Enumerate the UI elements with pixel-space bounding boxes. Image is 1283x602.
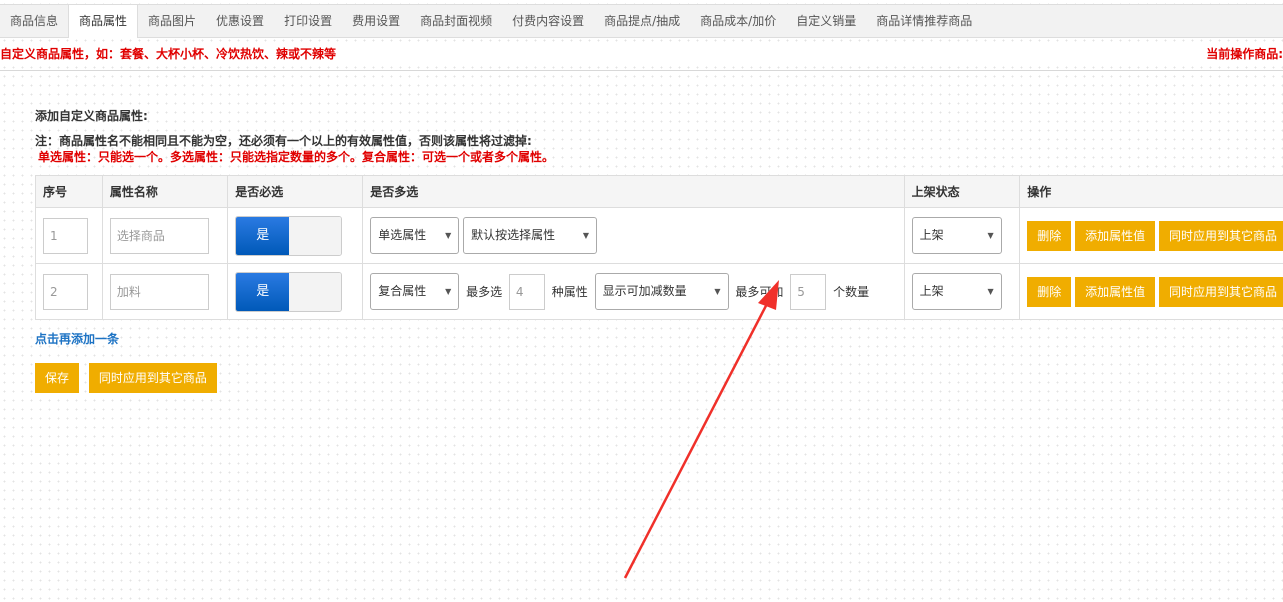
toggle-off-area (289, 216, 342, 255)
listing-status-value: 上架 (919, 284, 944, 298)
multi-select-cell: 单选属性 ▼ 默认按选择属性 ▼ (362, 207, 905, 264)
listing-status-select[interactable]: 上架 ▼ (911, 273, 1002, 310)
action-bar: 保存 同时应用到其它商品 (35, 363, 223, 393)
header-multi-select: 是否多选 (362, 175, 905, 208)
required-cell: 是 (227, 207, 364, 264)
table-header-row: 序号 属性名称 是否必选 是否多选 上架状态 操作 (35, 175, 1283, 208)
tab-product-images[interactable]: 商品图片 (138, 5, 206, 37)
notice-bar: 自定义商品属性，如：套餐、大杯小杯、冷饮热饮、辣或不辣等 当前操作商品: (0, 45, 1283, 61)
quantity-mode-value: 显示可加减数量 (602, 284, 687, 298)
toggle-on-label: 是 (236, 216, 290, 255)
tab-commission[interactable]: 商品提点/抽成 (594, 5, 690, 37)
max-select-input[interactable]: 4 (508, 273, 545, 310)
tab-product-info[interactable]: 商品信息 (0, 5, 68, 37)
status-cell: 上架 ▼ (903, 263, 1021, 320)
header-attribute-name: 属性名称 (101, 175, 229, 208)
delete-button[interactable]: 删除 (1027, 276, 1072, 307)
dropdown-arrow-icon: ▼ (582, 231, 590, 240)
max-add-label: 最多可加 (735, 285, 784, 299)
tab-custom-sales[interactable]: 自定义销量 (786, 5, 866, 37)
index-cell: 2 (35, 263, 103, 320)
apply-to-other-products-button[interactable]: 同时应用到其它商品 (1158, 276, 1283, 307)
toggle-off-area (289, 272, 342, 311)
current-product-label: 当前操作商品: (1206, 47, 1283, 61)
selection-mode-select[interactable]: 默认按选择属性 ▼ (463, 217, 598, 254)
dropdown-arrow-icon: ▼ (987, 231, 994, 240)
header-index: 序号 (35, 175, 103, 208)
max-select-unit: 种属性 (551, 285, 588, 299)
dropdown-arrow-icon: ▼ (987, 287, 994, 296)
section-title: 添加自定义商品属性: (35, 109, 148, 123)
dropdown-arrow-icon: ▼ (445, 287, 452, 296)
tab-paid-content[interactable]: 付费内容设置 (502, 5, 594, 37)
divider (0, 70, 1283, 71)
dropdown-arrow-icon: ▼ (445, 231, 452, 240)
note-line-2: 单选属性：只能选一个。多选属性：只能选指定数量的多个。复合属性：可选一个或者多个… (38, 150, 555, 164)
apply-all-button[interactable]: 同时应用到其它商品 (88, 363, 217, 393)
index-input[interactable]: 2 (43, 273, 88, 310)
operations-cell: 删除 添加属性值 同时应用到其它商品 (1019, 207, 1283, 264)
name-cell: 加料 (101, 263, 229, 320)
attribute-name-input[interactable]: 选择商品 (109, 217, 209, 254)
apply-to-other-products-button[interactable]: 同时应用到其它商品 (1158, 220, 1283, 251)
tab-cover-video[interactable]: 商品封面视频 (410, 5, 502, 37)
max-add-quantity-input[interactable]: 5 (790, 273, 827, 310)
tab-print-settings[interactable]: 打印设置 (274, 5, 342, 37)
tab-cost-markup[interactable]: 商品成本/加价 (690, 5, 786, 37)
tab-bar: 商品信息 商品属性 商品图片 优惠设置 打印设置 费用设置 商品封面视频 付费内… (0, 4, 1283, 38)
tab-product-attributes[interactable]: 商品属性 (68, 5, 139, 38)
add-attribute-value-button[interactable]: 添加属性值 (1075, 220, 1156, 251)
tab-discount-settings[interactable]: 优惠设置 (206, 5, 274, 37)
listing-status-value: 上架 (919, 228, 944, 242)
max-add-unit: 个数量 (833, 285, 870, 299)
add-row-link[interactable]: 点击再添加一条 (35, 330, 119, 347)
index-input[interactable]: 1 (43, 217, 88, 254)
tab-recommended-products[interactable]: 商品详情推荐商品 (866, 5, 982, 37)
status-cell: 上架 ▼ (903, 207, 1021, 264)
multi-select-cell: 复合属性 ▼ 最多选 4 种属性 显示可加减数量 ▼ 最多可加 5 个数量 (362, 263, 905, 320)
note-line-1: 注：商品属性名不能相同且不能为空，还必须有一个以上的有效属性值，否则该属性将过滤… (35, 134, 532, 148)
attribute-name-input[interactable]: 加料 (109, 273, 209, 310)
dropdown-arrow-icon: ▼ (714, 287, 721, 296)
selection-mode-value: 默认按选择属性 (471, 228, 556, 242)
required-cell: 是 (227, 263, 364, 320)
index-cell: 1 (35, 207, 103, 264)
attribute-type-select[interactable]: 单选属性 ▼ (370, 217, 460, 254)
notice-text: 自定义商品属性，如：套餐、大杯小杯、冷饮热饮、辣或不辣等 (0, 47, 337, 61)
save-button[interactable]: 保存 (35, 363, 80, 393)
max-select-label: 最多选 (466, 285, 503, 299)
tab-fee-settings[interactable]: 费用设置 (342, 5, 410, 37)
header-listing-status: 上架状态 (903, 175, 1021, 208)
attribute-type-select[interactable]: 复合属性 ▼ (370, 273, 460, 310)
operations-cell: 删除 添加属性值 同时应用到其它商品 (1019, 263, 1283, 320)
attribute-type-value: 复合属性 (378, 284, 427, 298)
table-row: 2 加料 是 复合属性 ▼ 最多选 4 种属性 显示可加减数量 ▼ 最多可加 5… (35, 263, 1283, 320)
header-operations: 操作 (1019, 175, 1283, 208)
required-toggle[interactable]: 是 (235, 271, 343, 312)
note: 注：商品属性名不能相同且不能为空，还必须有一个以上的有效属性值，否则该属性将过滤… (35, 133, 554, 165)
name-cell: 选择商品 (101, 207, 229, 264)
toggle-on-label: 是 (236, 272, 290, 311)
header-required: 是否必选 (227, 175, 364, 208)
attribute-table: 序号 属性名称 是否必选 是否多选 上架状态 操作 1 选择商品 是 单选属性 … (35, 175, 1283, 320)
delete-button[interactable]: 删除 (1027, 220, 1072, 251)
attribute-type-value: 单选属性 (378, 228, 427, 242)
required-toggle[interactable]: 是 (235, 215, 343, 256)
add-attribute-value-button[interactable]: 添加属性值 (1075, 276, 1156, 307)
listing-status-select[interactable]: 上架 ▼ (911, 217, 1002, 254)
table-row: 1 选择商品 是 单选属性 ▼ 默认按选择属性 ▼ 上架 ▼ 删除 添加属性值 … (35, 207, 1283, 264)
quantity-mode-select[interactable]: 显示可加减数量 ▼ (594, 273, 729, 310)
